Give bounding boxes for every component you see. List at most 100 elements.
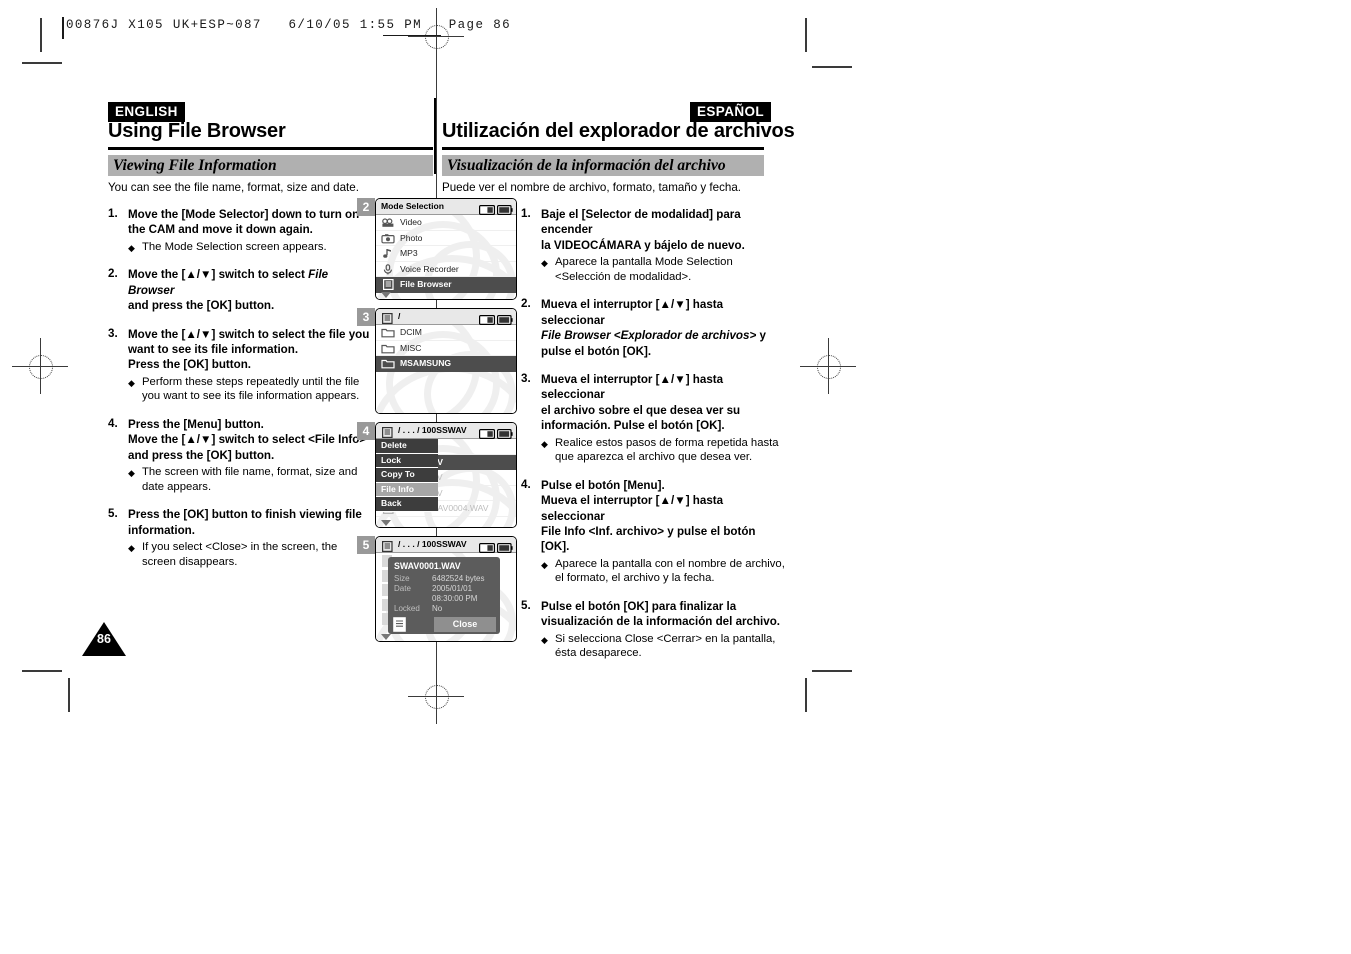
lcd-list-item[interactable]: Voice Recorder [376,262,516,277]
step-number: 4. [521,477,531,491]
lcd-screen: 3 / DCIM MISC MSAMSUNG [357,308,517,414]
lcd-list-item[interactable]: MISC [376,341,516,356]
lcd-title-bar: / . . . / 100SSWAV [376,537,516,553]
steps-spanish: 1. Baje el [Selector de modalidad] para e… [521,207,787,674]
chapter-title-spanish: Utilización del explorador de archivos [442,120,795,142]
registration-mark-right [800,338,856,394]
screen-step-number: 5 [357,536,375,554]
file-info-value: 08:30:00 PM [432,594,478,603]
step-bullet: ◆ Aparece la pantalla Mode Selection <Sel… [541,256,733,283]
lcd-panel: / . . . / 100SSWAV SWAV0001.WAV Size 648252… [375,536,517,642]
step-text: Move the [▲/▼] switch to select the file… [128,327,370,372]
step-bullet: ◆ Perform these steps repeatedly until th… [128,375,360,403]
lcd-list-item-label: Voice Recorder [400,263,459,274]
scroll-down-icon[interactable] [381,520,391,526]
step-number: 3. [521,372,531,386]
slug-underline [383,35,441,37]
step-body: Mueva el interruptor [▲/▼] hasta selecci… [541,297,787,359]
video-icon [381,217,396,228]
step-body: Move the [▲/▼] switch to select the file… [128,327,374,404]
diamond-bullet-icon: ◆ [128,543,135,554]
lcd-content: elWAVWAVWAVSWAV0004.WAVDeleteLockCopy To… [376,439,516,527]
section-title-spanish: Visualización de la información del arch… [447,157,726,174]
step-bullet: ◆ The Mode Selection screen appears. [128,240,374,255]
step-body: Press the [OK] button to finish viewing … [128,507,374,569]
step-body: Pulse el botón [OK] para finalizar la vis… [541,599,787,661]
instruction-step: 5. Press the [OK] button to finish viewin… [108,507,374,569]
lcd-list-item-label: DCIM [400,327,422,337]
lcd-title: / . . . / 100SSWAV [398,539,467,549]
registration-mark-left [12,338,68,394]
lcd-list-item[interactable]: DCIM [376,325,516,341]
step-number: 1. [108,207,118,220]
file-info-dialog: SWAV0001.WAV Size 6482524 bytes Date 2005/01… [388,557,500,634]
diamond-bullet-icon: ◆ [541,634,548,645]
instruction-step: 2. Move the [▲/▼] switch to select File B… [108,267,374,313]
file-info-value: 2005/01/01 [432,584,473,593]
context-menu-item[interactable]: Delete [376,439,438,454]
context-menu-item[interactable]: Back [376,497,438,512]
step-bullet: ◆ Aparece la pantalla con el nombre de ar… [541,557,785,585]
lcd-content: DCIM MISC MSAMSUNG [376,325,516,413]
close-button[interactable]: Close [434,617,496,632]
scroll-down-icon[interactable] [381,634,391,640]
lcd-list-item[interactable]: MP3 [376,246,516,262]
lcd-content: SWAV0001.WAV Size 6482524 bytes Date 2005/01… [376,553,516,641]
step-number: 4. [108,417,118,431]
instruction-step: 1. Baje el [Selector de modalidad] para e… [521,207,787,284]
lcd-list-item-label: MISC [400,342,422,353]
lead-text-english: You can see the file name, format, size … [108,181,359,194]
file-info-key: Locked [394,604,420,613]
step-body: Press the [Menu] button. Move the [▲/▼] s… [128,417,374,494]
file-info-filename: SWAV0001.WAV [394,561,461,571]
step-number: 5. [108,507,118,521]
scroll-down-icon[interactable] [381,292,391,298]
lcd-panel: / . . . / 100SSWAV elWAVWAVWAVSWAV0004.WA… [375,422,517,528]
step-bullet: ◆ If you select <Close> in the screen, th… [128,541,338,568]
crop-mark-tl-v [40,18,42,52]
lcd-list-item-label: Photo [400,232,423,243]
crop-mark-br-v [805,678,807,712]
lcd-title: / [398,311,401,321]
diamond-bullet-icon: ◆ [541,559,548,570]
lcd-list-item[interactable]: Video [376,215,516,231]
folder-icon [381,327,396,338]
lcd-screen-column: 2 Mode Selection Video Photo MP3 Voice Record… [357,198,517,650]
step-number: 3. [108,326,118,340]
file-info-value: No [432,604,443,613]
lcd-content: Video Photo MP3 Voice Recorder File Browser [376,215,516,299]
file-info-key: Size [394,574,410,583]
diamond-bullet-icon: ◆ [128,468,135,479]
screen-step-number: 3 [357,308,375,326]
crop-mark-br-h [812,670,852,672]
context-menu-item[interactable]: File Info [376,482,438,498]
lcd-title-bar: / [376,309,516,325]
step-bullet: ◆ The screen with file name, format, size… [128,466,358,493]
screen-step-number: 2 [357,198,375,216]
folder-icon [381,343,396,354]
file-info-value: 6482524 bytes [432,574,485,583]
screen-step-number: 4 [357,422,375,440]
lcd-title: / . . . / 100SSWAV [398,425,467,435]
lcd-list-item[interactable]: File Browser [376,277,516,293]
steps-english: 1. Move the [Mode Selector] down to turn … [108,207,374,582]
photo-icon [381,233,396,244]
lead-text-spanish: Puede ver el nombre de archivo, formato,… [442,181,742,194]
context-menu-item[interactable]: Copy To [376,468,438,483]
step-body: Move the [Mode Selector] down to turn on… [128,207,374,254]
context-menu-item[interactable]: Lock [376,453,438,469]
file-info-row: 08:30:00 PM [388,594,500,604]
crop-mark-bl-v [68,678,70,712]
step-text: Pulse el botón [OK] para finalizar la vis… [541,600,781,629]
lcd-screen: 2 Mode Selection Video Photo MP3 Voice Record… [357,198,517,300]
step-text: Press the [OK] button to finish viewing … [128,508,362,537]
step-number: 2. [521,297,531,311]
slug-rule [62,17,64,39]
lcd-list-item[interactable]: MSAMSUNG [376,356,516,372]
instruction-step: 4. Press the [Menu] button. Move the [▲/▼]… [108,417,374,494]
step-text: Mueva el interruptor [▲/▼] hasta selecci… [541,298,766,358]
step-text: Pulse el botón [Menu]. Mueva el interrupt… [541,478,756,554]
instruction-step: 3. Move the [▲/▼] switch to select the fi… [108,327,374,404]
lcd-list-item[interactable]: Photo [376,231,516,246]
chapter-title-english: Using File Browser [108,120,286,142]
